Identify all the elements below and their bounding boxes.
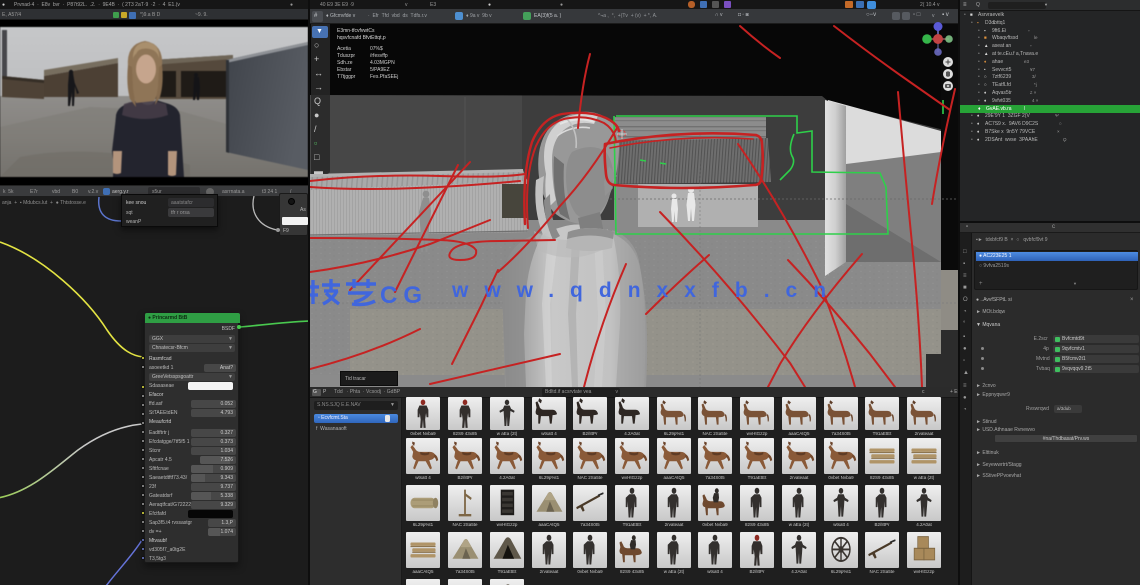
svg-text:CG: CG xyxy=(380,282,428,308)
